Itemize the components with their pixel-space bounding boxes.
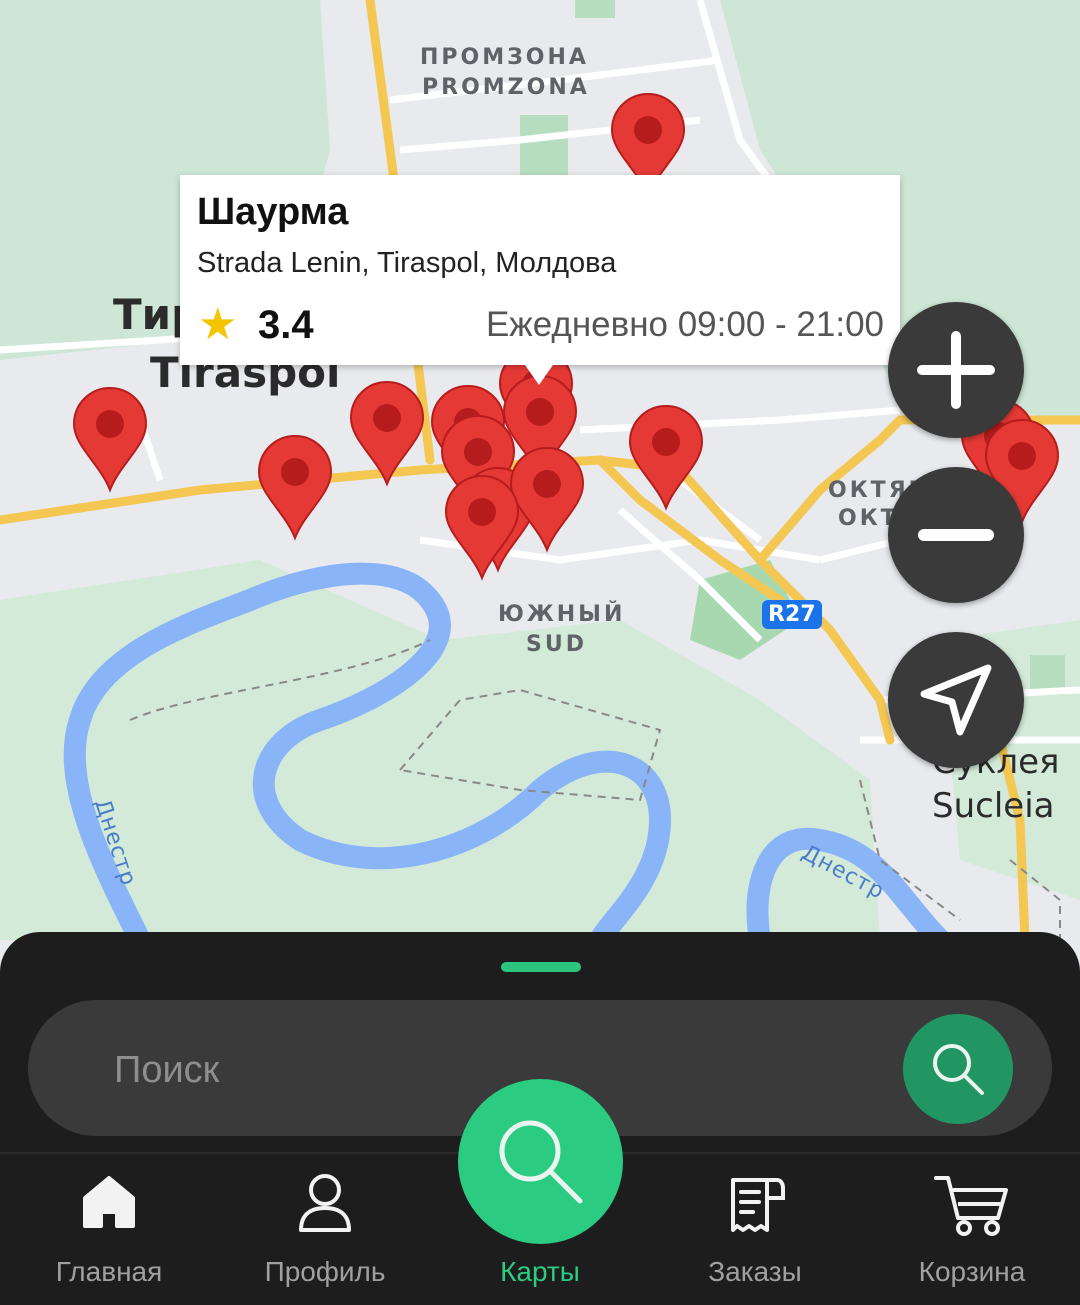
nav-item-orders[interactable]: Заказы — [655, 1162, 855, 1302]
cart-icon — [934, 1176, 1008, 1236]
minus-icon — [918, 529, 994, 541]
map-label-sud-ru: ЮЖНЫЙ — [498, 602, 626, 627]
map-label-promzona-ru: ПРОМЗОНА — [420, 45, 589, 70]
nav-label-maps: Карты — [500, 1256, 580, 1287]
map-label-sud-en: SUD — [526, 632, 587, 657]
home-icon — [83, 1176, 135, 1228]
nav-label-orders: Заказы — [708, 1256, 802, 1287]
nav-item-profile[interactable]: Профиль — [225, 1162, 425, 1302]
nav-label-cart: Корзина — [918, 1256, 1026, 1287]
place-hours: Ежедневно 09:00 - 21:00 — [485, 305, 884, 344]
place-title: Шаурма — [197, 191, 349, 233]
search-icon — [933, 1044, 984, 1095]
map-marker[interactable] — [255, 432, 335, 542]
nav-item-cart[interactable]: Корзина — [872, 1162, 1072, 1302]
receipt-icon — [731, 1178, 785, 1232]
map-label-sucleia-en: Sucleia — [932, 786, 1055, 826]
map-marker[interactable] — [70, 384, 150, 494]
star-icon: ★ — [198, 300, 238, 349]
place-popup[interactable]: Шаурма Strada Lenin, Tiraspol, Молдова ★… — [180, 175, 900, 385]
nav-item-maps[interactable]: Карты — [440, 1162, 640, 1302]
search-button[interactable] — [903, 1014, 1013, 1124]
nav-item-home[interactable]: Главная — [9, 1162, 209, 1302]
place-rating: 3.4 — [258, 303, 314, 347]
my-location-button[interactable] — [888, 632, 1024, 768]
search-input[interactable] — [112, 1046, 816, 1094]
bottom-sheet: Главная Профиль Карты Заказы Корзина — [0, 932, 1080, 1305]
nav-label-profile: Профиль — [264, 1256, 386, 1287]
nav-label-home: Главная — [55, 1256, 163, 1287]
navigation-arrow-icon — [920, 664, 992, 736]
sheet-handle[interactable] — [501, 962, 581, 972]
zoom-out-button[interactable] — [888, 467, 1024, 603]
road-badge: R27 — [762, 600, 822, 629]
map-marker[interactable] — [626, 402, 706, 512]
place-address: Strada Lenin, Tiraspol, Молдова — [197, 247, 617, 279]
zoom-in-button[interactable] — [888, 302, 1024, 438]
map-marker[interactable] — [442, 472, 522, 582]
plus-icon — [917, 331, 995, 409]
map-label-promzona-en: PROMZONA — [422, 75, 590, 100]
map-marker[interactable] — [347, 378, 427, 488]
profile-icon — [299, 1174, 351, 1232]
